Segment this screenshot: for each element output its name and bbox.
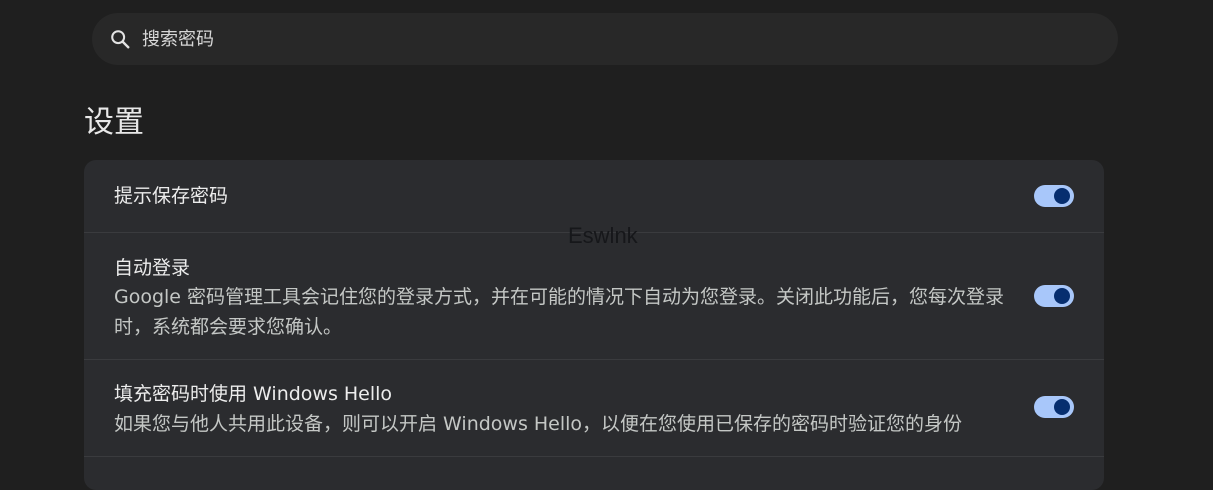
setting-description: Google 密码管理工具会记住您的登录方式，并在可能的情况下自动为您登录。关闭… [114,286,1005,338]
search-input[interactable] [142,28,1002,50]
toggle-knob [1054,288,1070,304]
setting-row-offer-to-save[interactable]: 提示保存密码 [84,160,1104,233]
search-bar[interactable] [92,13,1118,65]
section-title: 设置 [84,105,144,140]
offer-to-save-toggle[interactable] [1034,185,1074,207]
setting-label: 填充密码时使用 Windows Hello [114,383,393,405]
settings-card: 提示保存密码 自动登录 Google 密码管理工具会记住您的登录方式，并在可能的… [84,160,1104,490]
setting-label: 提示保存密码 [114,185,229,207]
setting-row-windows-hello[interactable]: 填充密码时使用 Windows Hello 如果您与他人共用此设备，则可以开启 … [84,360,1104,457]
setting-description: 如果您与他人共用此设备，则可以开启 Windows Hello，以便在您使用已保… [114,413,963,435]
windows-hello-toggle[interactable] [1034,396,1074,418]
setting-label: 自动登录 [114,257,191,279]
auto-sign-in-toggle[interactable] [1034,285,1074,307]
search-icon [108,27,132,51]
toggle-knob [1054,399,1070,415]
setting-row-auto-sign-in[interactable]: 自动登录 Google 密码管理工具会记住您的登录方式，并在可能的情况下自动为您… [84,233,1104,360]
toggle-knob [1054,188,1070,204]
